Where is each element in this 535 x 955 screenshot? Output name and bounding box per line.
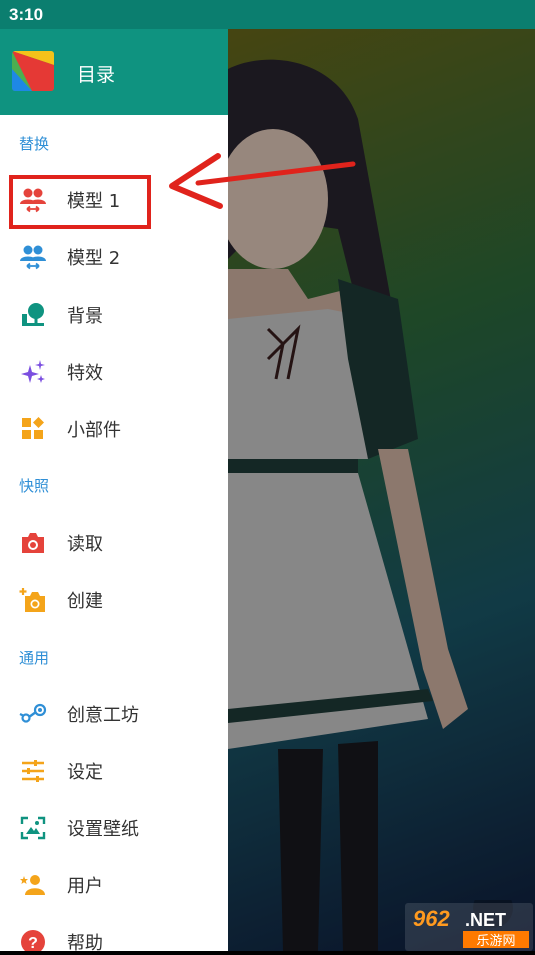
watermark-tagline: 乐游网 bbox=[476, 934, 515, 949]
menu-item-help[interactable]: ? 帮助 bbox=[0, 917, 228, 951]
section-replace: 替换 bbox=[19, 135, 50, 153]
menu-item-label: 创意工坊 bbox=[67, 705, 139, 726]
menu-item-label: 背景 bbox=[67, 306, 103, 327]
drawer-title: 目录 bbox=[77, 64, 116, 86]
model-swap-icon bbox=[20, 188, 46, 213]
widgets-icon bbox=[22, 417, 44, 439]
model-swap-icon bbox=[20, 245, 46, 270]
menu-item-label: 特效 bbox=[67, 363, 103, 384]
add-camera-icon bbox=[19, 588, 45, 612]
watermark-suffix: .NET bbox=[465, 910, 506, 930]
status-bar: 3:10 bbox=[0, 0, 535, 29]
menu-item-workshop[interactable]: 创意工坊 bbox=[0, 689, 228, 737]
menu-item-model-2[interactable]: 模型 2 bbox=[0, 232, 228, 280]
wallpaper-icon bbox=[20, 816, 46, 840]
menu-item-label: 模型 1 bbox=[67, 191, 121, 212]
menu-item-label: 读取 bbox=[67, 534, 103, 555]
section-snapshot: 快照 bbox=[19, 477, 50, 495]
user-star-icon bbox=[20, 875, 45, 895]
steam-workshop-icon bbox=[19, 703, 47, 723]
menu-item-widgets[interactable]: 小部件 bbox=[0, 404, 228, 452]
menu-item-label: 模型 2 bbox=[67, 248, 121, 269]
menu-item-label: 设置壁纸 bbox=[67, 819, 139, 840]
menu-item-background[interactable]: 背景 bbox=[0, 290, 228, 338]
drawer-header: 目录 bbox=[0, 29, 228, 115]
menu-item-settings[interactable]: 设定 bbox=[0, 746, 228, 794]
wallpaper-preview bbox=[228, 29, 535, 951]
watermark-brand: 962 bbox=[413, 906, 450, 931]
help-icon: ? bbox=[21, 930, 45, 951]
sparkles-icon bbox=[21, 360, 45, 383]
menu-item-model-1[interactable]: 模型 1 bbox=[0, 175, 228, 223]
menu-item-set-wallpaper[interactable]: 设置壁纸 bbox=[0, 803, 228, 851]
status-time: 3:10 bbox=[9, 5, 44, 24]
menu-item-label: 用户 bbox=[67, 876, 103, 897]
menu-item-label: 创建 bbox=[67, 591, 103, 612]
menu-item-label: 帮助 bbox=[67, 933, 103, 951]
menu-item-effects[interactable]: 特效 bbox=[0, 347, 228, 395]
camera-icon bbox=[22, 533, 44, 553]
menu-item-load[interactable]: 读取 bbox=[0, 518, 228, 566]
menu-item-label: 小部件 bbox=[67, 420, 121, 441]
tree-icon bbox=[22, 303, 44, 326]
site-watermark: 962 .NET 乐游网 bbox=[405, 888, 535, 951]
menu-item-label: 设定 bbox=[67, 762, 103, 783]
menu-item-user[interactable]: 用户 bbox=[0, 860, 228, 908]
section-general: 通用 bbox=[19, 649, 50, 667]
app-logo-icon bbox=[12, 51, 54, 91]
navigation-drawer: 目录 替换 模型 1 模型 2 背景 特效 小部件 快照 读取 创建 通用 创意… bbox=[0, 29, 228, 951]
sliders-icon bbox=[22, 760, 44, 782]
svg-text:?: ? bbox=[28, 935, 38, 951]
menu-item-create[interactable]: 创建 bbox=[0, 575, 228, 623]
